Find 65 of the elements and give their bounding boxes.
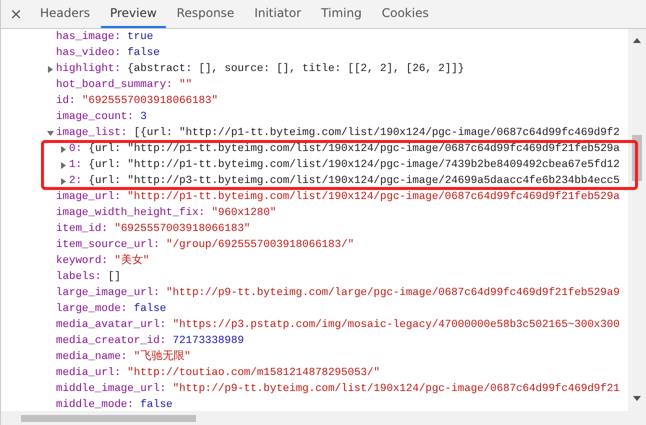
collapse-arrow-icon[interactable] [47,130,54,136]
property-value: "飞驰无限" [134,349,191,365]
property-key: media_name: [56,349,128,365]
property-key: large_mode: [56,301,128,317]
scroll-up-icon[interactable] [633,38,641,43]
tab[interactable]: Headers [31,0,99,28]
expand-arrow-icon[interactable] [60,146,67,152]
property-key: 0: [69,141,82,157]
tab[interactable]: Timing [312,0,371,28]
property-value: "美女" [114,253,150,269]
property-key: 2: [69,173,82,189]
property-value: false [140,398,173,413]
property-key: has_image: [56,29,121,45]
property-value: "6925557003918066183" [82,94,218,109]
horizontal-scrollbar[interactable] [1,411,646,425]
expand-arrow-icon[interactable] [60,178,67,184]
property-value: {url: "http://p1-tt.byteimg.com/list/190x124/pgc-image/0687c64d99fc469d9f21feb529a [88,142,620,157]
property-key: has_video: [56,45,121,61]
property-key: highlight: [56,61,121,77]
tab[interactable]: Response [168,0,244,28]
property-key: keyword: [56,253,108,269]
tab[interactable]: Initiator [245,0,310,28]
property-value: "http://p9-tt.byteimg.com/large/pgc-image/0687c64d99fc469d9f21feb529a9 [166,286,620,301]
property-key: image_width_height_fix: [56,205,206,221]
property-value: 3 [140,110,147,125]
property-key: middle_image_url: [56,381,166,397]
property-key: image_list: [56,125,128,141]
property-value: false [134,302,166,317]
property-value: [{url: "http://p1-tt.byteimg.com/list/190x124/pgc-image/0687c64d99fc469d9f2 [134,126,620,141]
vertical-scrollbar[interactable] [628,29,646,412]
expand-arrow-icon[interactable] [60,162,67,168]
property-value: "/group/6925557003918066183/" [166,238,354,253]
property-key: media_url: [56,365,121,381]
property-value: {url: "http://p3-tt.byteimg.com/list/190x124/pgc-image/24699a5daacc4fe6b234bb4ecc5 [88,174,620,189]
property-key: media_creator_id: [56,333,166,349]
property-key: image_count: [56,109,134,125]
property-value: "960x1280" [212,206,276,221]
property-value: 72173338989 [172,334,244,349]
property-value: "http://p9-tt.byteimg.com/list/190x124/pgc-image/0687c64d99fc469d9f21 [172,382,620,397]
property-value: true [127,30,154,45]
tab[interactable]: Cookies [372,0,438,28]
property-key: 1: [69,157,82,173]
property-value: "http://toutiao.com/m1581214878295053/" [127,366,380,381]
property-key: item_id: [56,221,108,237]
scroll-down-icon[interactable] [633,396,641,402]
property-value: [] [108,270,121,285]
property-key: media_avatar_url: [56,317,166,333]
property-key: large_image_url: [56,285,160,301]
tab[interactable]: Preview [100,0,166,28]
property-value: "http://p1-tt.byteimg.com/list/190x124/pgc-image/0687c64d99fc469d9f21feb529a [127,190,620,205]
property-key: image_url: [56,189,121,205]
property-value: {abstract: [], source: [], title: [[2, 2], [26, 2]]} [127,62,464,77]
property-key: labels: [56,269,102,285]
property-key: hot_board_summary: [56,77,173,93]
property-value: false [127,46,160,61]
scrollbar-thumb[interactable] [21,415,196,422]
close-button[interactable]: × [1,0,31,28]
expand-arrow-icon[interactable] [47,66,54,72]
property-key: item_source_url: [56,237,160,253]
property-key: id: [56,93,76,109]
property-value: "6925557003918066183" [114,222,250,237]
property-key: middle_mode: [56,397,134,413]
property-value: "" [179,78,192,93]
property-value: "https://p3.pstatp.com/img/mosaic-legacy/47000000e58b3c502165~300x300 [172,318,620,333]
property-value: {url: "http://p1-tt.byteimg.com/list/190x124/pgc-image/7439b2be8409492cbea67e5fd12 [88,158,620,173]
